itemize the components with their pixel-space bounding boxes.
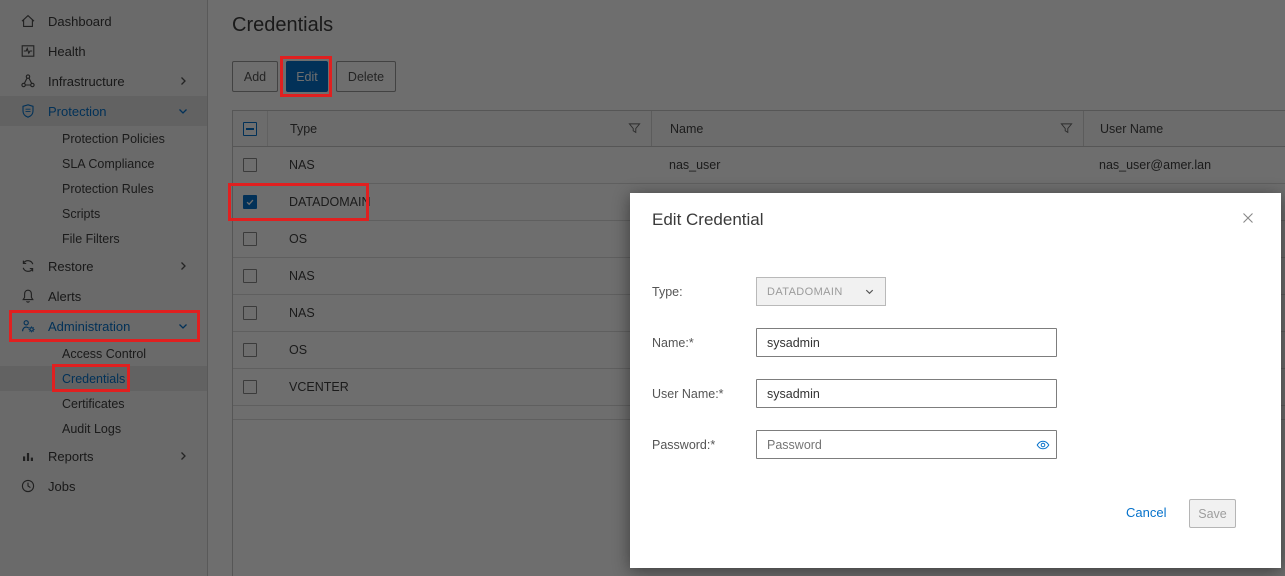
show-password-icon[interactable] [1036, 438, 1050, 452]
type-select-value: DATADOMAIN [767, 286, 843, 298]
user-name-field-label: User Name:* [652, 387, 724, 401]
type-select: DATADOMAIN [756, 277, 886, 306]
save-button: Save [1189, 499, 1236, 528]
cancel-button[interactable]: Cancel [1126, 505, 1166, 520]
password-field [756, 430, 1057, 459]
password-field-label: Password:* [652, 438, 715, 452]
dialog-title: Edit Credential [652, 210, 764, 230]
chevron-down-icon [864, 286, 875, 297]
name-input[interactable] [756, 328, 1057, 357]
edit-credential-dialog: Edit Credential Type: DATADOMAIN Name:* … [630, 193, 1281, 568]
name-field-label: Name:* [652, 336, 694, 350]
user-name-input[interactable] [756, 379, 1057, 408]
password-input[interactable] [756, 430, 1057, 459]
app-window: Dashboard Health Infrastructure Protecti… [0, 0, 1285, 576]
close-icon[interactable] [1241, 211, 1255, 225]
type-field-label: Type: [652, 285, 683, 299]
